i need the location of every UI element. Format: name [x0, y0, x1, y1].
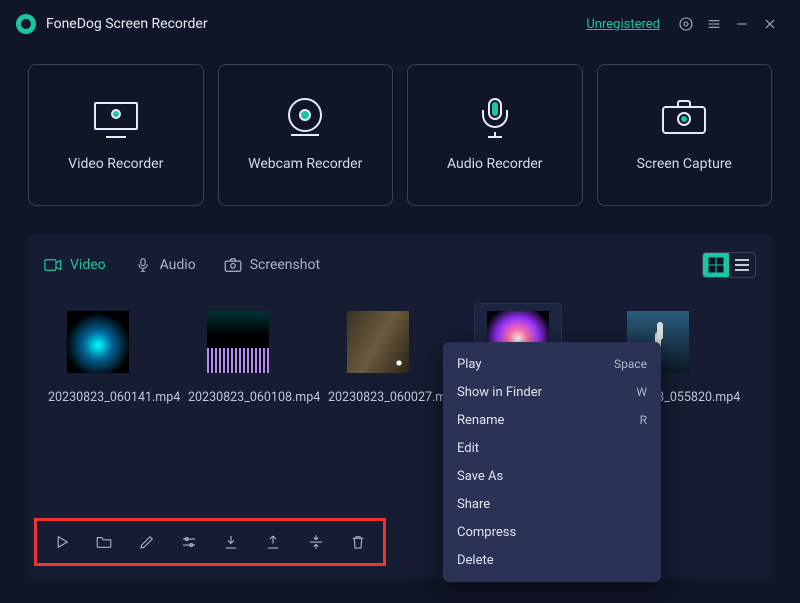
folder-icon — [95, 533, 113, 551]
application-window: FoneDog Screen Recorder Unregistered Vid… — [0, 0, 800, 603]
compress-icon — [307, 533, 325, 551]
file-item[interactable]: 20230823_060027.mp4 — [328, 304, 428, 407]
menu-item-save-as[interactable]: Save As — [443, 462, 661, 490]
play-icon — [53, 533, 71, 551]
menu-item-label: Play — [457, 357, 482, 372]
menu-item-label: Share — [457, 497, 490, 512]
menu-item-show-in-finder[interactable]: Show in Finder W — [443, 378, 661, 406]
thumbnail — [207, 311, 269, 373]
camera-icon — [660, 98, 708, 138]
menu-item-label: Show in Finder — [457, 385, 542, 400]
compress-button[interactable] — [299, 523, 333, 561]
file-name: 20230823_060027.mp4 — [328, 390, 428, 407]
thumbnail — [67, 311, 129, 373]
tab-label: Screenshot — [250, 257, 320, 273]
screenshot-icon — [224, 258, 242, 272]
menu-item-compress[interactable]: Compress — [443, 518, 661, 546]
menu-item-label: Edit — [457, 441, 479, 456]
delete-button[interactable] — [341, 523, 375, 561]
titlebar: FoneDog Screen Recorder Unregistered — [0, 0, 800, 48]
sliders-icon — [180, 533, 198, 551]
settings-icon[interactable] — [672, 10, 700, 38]
tab-label: Video — [70, 257, 106, 273]
open-folder-button[interactable] — [87, 523, 121, 561]
mode-video-recorder[interactable]: Video Recorder — [28, 64, 204, 206]
file-name: 20230823_060108.mp4 — [188, 390, 288, 407]
share-icon — [264, 533, 282, 551]
app-title: FoneDog Screen Recorder — [46, 16, 208, 32]
list-view-button[interactable] — [729, 253, 755, 277]
audio-icon — [134, 258, 152, 272]
grid-view-button[interactable] — [703, 253, 729, 277]
library-tabs: Video Audio Screenshot — [44, 250, 756, 280]
close-icon[interactable] — [756, 10, 784, 38]
menu-item-share[interactable]: Share — [443, 490, 661, 518]
trash-icon — [349, 533, 367, 551]
thumbnail — [347, 311, 409, 373]
shortcut: R — [640, 413, 647, 427]
file-item[interactable]: 20230823_060141.mp4 — [48, 304, 148, 407]
mode-label: Screen Capture — [637, 156, 732, 172]
tab-label: Audio — [160, 257, 196, 273]
view-toggle — [702, 252, 756, 278]
mode-label: Audio Recorder — [447, 156, 543, 172]
shortcut: Space — [614, 357, 647, 371]
monitor-icon — [92, 98, 140, 138]
menu-item-label: Save As — [457, 469, 503, 484]
webcam-icon — [281, 98, 329, 138]
menu-icon[interactable] — [700, 10, 728, 38]
list-icon — [734, 257, 750, 273]
video-icon — [44, 258, 62, 272]
app-logo-icon — [16, 14, 36, 34]
mode-buttons: Video Recorder Webcam Recorder Audio Rec… — [0, 48, 800, 206]
mode-screen-capture[interactable]: Screen Capture — [597, 64, 773, 206]
save-button[interactable] — [214, 523, 248, 561]
microphone-icon — [471, 98, 519, 138]
shortcut: W — [636, 385, 647, 399]
menu-item-play[interactable]: Play Space — [443, 350, 661, 378]
menu-item-label: Rename — [457, 413, 504, 428]
menu-item-edit[interactable]: Edit — [443, 434, 661, 462]
tab-screenshot[interactable]: Screenshot — [224, 257, 320, 273]
play-button[interactable] — [45, 523, 79, 561]
minimize-icon[interactable] — [728, 10, 756, 38]
grid-icon — [708, 257, 724, 273]
mode-audio-recorder[interactable]: Audio Recorder — [407, 64, 583, 206]
context-menu: Play Space Show in Finder W Rename R Edit S… — [443, 342, 661, 582]
menu-item-label: Delete — [457, 553, 494, 568]
file-name: 20230823_060141.mp4 — [48, 390, 148, 407]
menu-item-delete[interactable]: Delete — [443, 546, 661, 574]
share-button[interactable] — [256, 523, 290, 561]
registration-link[interactable]: Unregistered — [586, 17, 660, 32]
mode-label: Webcam Recorder — [248, 156, 362, 172]
menu-item-label: Compress — [457, 525, 516, 540]
menu-item-rename[interactable]: Rename R — [443, 406, 661, 434]
mode-label: Video Recorder — [68, 156, 163, 172]
tab-video[interactable]: Video — [44, 257, 106, 273]
tab-audio[interactable]: Audio — [134, 257, 196, 273]
mode-webcam-recorder[interactable]: Webcam Recorder — [218, 64, 394, 206]
edit-button[interactable] — [130, 523, 164, 561]
pencil-icon — [138, 533, 156, 551]
library-toolbar — [34, 518, 386, 566]
download-icon — [222, 533, 240, 551]
file-item[interactable]: 20230823_060108.mp4 — [188, 304, 288, 407]
settings-button[interactable] — [172, 523, 206, 561]
